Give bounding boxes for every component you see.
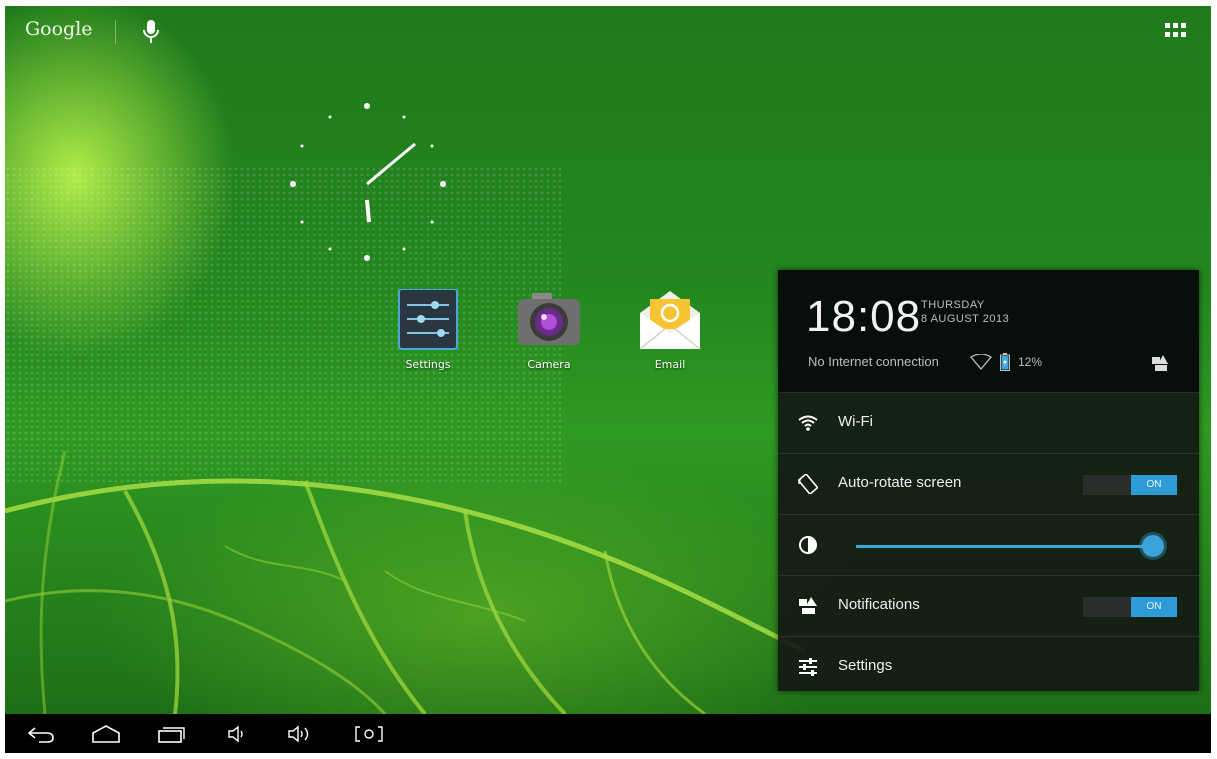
- panel-header: 18:08 THURSDAY 8 AUGUST 2013 No Internet…: [778, 270, 1199, 393]
- settings-label: Settings: [838, 657, 893, 674]
- toggle-on-state: ON: [1131, 475, 1177, 495]
- camera-app-icon: [518, 293, 580, 345]
- wifi-row[interactable]: Wi-Fi: [778, 393, 1199, 454]
- settings-sliders-icon: [799, 658, 817, 676]
- toggle-on-state: ON: [1131, 597, 1177, 617]
- wifi-signal-icon: [970, 354, 992, 370]
- app-label: Email: [654, 358, 686, 371]
- microphone-icon[interactable]: [141, 18, 161, 46]
- notifications-row[interactable]: Notifications ON: [778, 576, 1199, 637]
- notifications-label: Notifications: [838, 596, 920, 613]
- quick-settings-panel: 18:08 THURSDAY 8 AUGUST 2013 No Internet…: [778, 270, 1199, 691]
- back-icon[interactable]: [27, 724, 55, 744]
- home-icon[interactable]: [91, 724, 121, 744]
- analog-clock-widget[interactable]: [287, 102, 457, 272]
- brightness-row: [778, 515, 1199, 576]
- brightness-slider-thumb[interactable]: [1142, 535, 1164, 557]
- network-status: No Internet connection: [808, 354, 939, 369]
- top-bar: Google: [5, 6, 1211, 56]
- auto-rotate-label: Auto-rotate screen: [838, 474, 962, 491]
- auto-rotate-row[interactable]: Auto-rotate screen ON: [778, 454, 1199, 515]
- clock-time[interactable]: 18:08: [806, 292, 921, 342]
- wallpaper-dot-pattern: [5, 166, 565, 486]
- google-search-button[interactable]: Google: [25, 18, 93, 40]
- wifi-label: Wi-Fi: [838, 413, 873, 430]
- screenshot-icon[interactable]: [353, 724, 385, 744]
- rotate-icon: [798, 474, 818, 494]
- clock-date: 8 AUGUST 2013: [921, 313, 1010, 325]
- clock-minute-hand: [366, 142, 416, 186]
- system-navigation-bar: [5, 714, 1211, 753]
- volume-down-icon[interactable]: [227, 724, 247, 744]
- recent-apps-icon[interactable]: [157, 724, 185, 744]
- settings-row[interactable]: Settings: [778, 637, 1199, 697]
- battery-icon: [1000, 353, 1010, 371]
- brightness-slider-track[interactable]: [856, 545, 1153, 548]
- app-label: Camera: [527, 358, 571, 371]
- app-email[interactable]: Email: [625, 289, 715, 371]
- clock-hour-hand: [365, 199, 371, 223]
- notifications-icon: [799, 597, 817, 614]
- brightness-icon: [799, 536, 817, 554]
- settings-app-icon: [398, 288, 458, 350]
- app-settings[interactable]: Settings: [383, 288, 473, 371]
- clock-day: THURSDAY: [921, 299, 985, 311]
- all-apps-icon[interactable]: [1165, 23, 1187, 39]
- app-label: Settings: [405, 358, 451, 371]
- app-camera[interactable]: Camera: [504, 289, 594, 371]
- tablet-screen: Google Settings Camera Email 18:08 THURS…: [5, 6, 1211, 753]
- leaf-vein-graphic: [5, 451, 805, 714]
- notifications-toggle[interactable]: ON: [1083, 597, 1177, 617]
- volume-up-icon[interactable]: [287, 724, 315, 744]
- battery-percentage: 12%: [1018, 355, 1043, 369]
- wifi-icon: [798, 415, 818, 431]
- topbar-divider: [115, 20, 116, 44]
- notifications-toggle-icon[interactable]: [1151, 354, 1169, 372]
- auto-rotate-toggle[interactable]: ON: [1083, 475, 1177, 495]
- email-app-icon: [639, 291, 701, 350]
